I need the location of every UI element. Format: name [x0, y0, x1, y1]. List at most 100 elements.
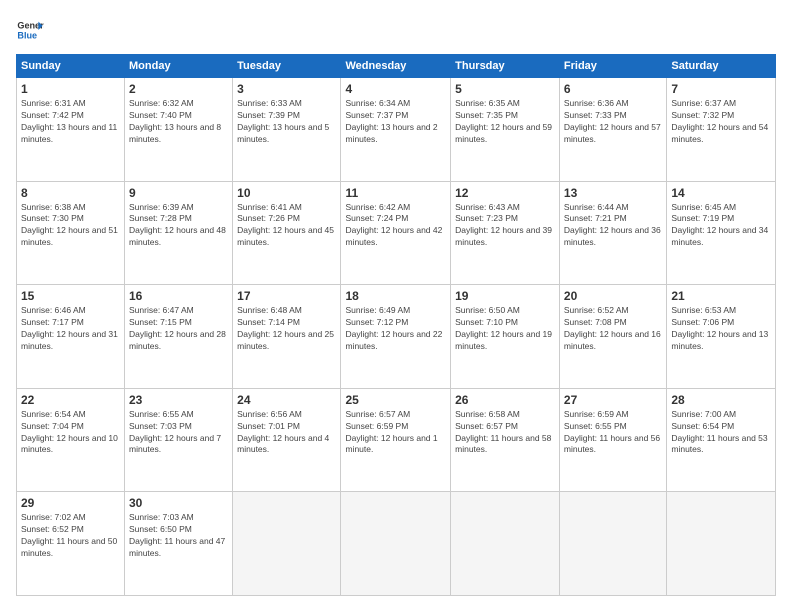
day-number: 10 [237, 186, 336, 200]
day-number: 12 [455, 186, 555, 200]
day-number: 30 [129, 496, 228, 510]
calendar-day-cell [559, 492, 666, 596]
day-content: Sunrise: 6:56 AMSunset: 7:01 PMDaylight:… [237, 409, 336, 457]
day-number: 23 [129, 393, 228, 407]
calendar-day-cell: 5 Sunrise: 6:35 AMSunset: 7:35 PMDayligh… [451, 78, 560, 182]
day-content: Sunrise: 6:33 AMSunset: 7:39 PMDaylight:… [237, 98, 336, 146]
day-content: Sunrise: 6:49 AMSunset: 7:12 PMDaylight:… [345, 305, 446, 353]
calendar-day-cell: 22 Sunrise: 6:54 AMSunset: 7:04 PMDaylig… [17, 388, 125, 492]
day-number: 3 [237, 82, 336, 96]
calendar-week-row: 29 Sunrise: 7:02 AMSunset: 6:52 PMDaylig… [17, 492, 776, 596]
day-content: Sunrise: 6:32 AMSunset: 7:40 PMDaylight:… [129, 98, 228, 146]
calendar-day-cell: 6 Sunrise: 6:36 AMSunset: 7:33 PMDayligh… [559, 78, 666, 182]
day-content: Sunrise: 6:39 AMSunset: 7:28 PMDaylight:… [129, 202, 228, 250]
day-number: 5 [455, 82, 555, 96]
day-content: Sunrise: 6:36 AMSunset: 7:33 PMDaylight:… [564, 98, 662, 146]
calendar-header-wednesday: Wednesday [341, 55, 451, 78]
day-number: 20 [564, 289, 662, 303]
calendar-day-cell: 15 Sunrise: 6:46 AMSunset: 7:17 PMDaylig… [17, 285, 125, 389]
calendar-header-sunday: Sunday [17, 55, 125, 78]
logo: General Blue [16, 16, 44, 44]
calendar-header-tuesday: Tuesday [233, 55, 341, 78]
day-number: 4 [345, 82, 446, 96]
day-number: 19 [455, 289, 555, 303]
day-content: Sunrise: 7:03 AMSunset: 6:50 PMDaylight:… [129, 512, 228, 560]
day-content: Sunrise: 6:53 AMSunset: 7:06 PMDaylight:… [671, 305, 771, 353]
calendar-day-cell: 12 Sunrise: 6:43 AMSunset: 7:23 PMDaylig… [451, 181, 560, 285]
calendar-day-cell [667, 492, 776, 596]
day-number: 2 [129, 82, 228, 96]
calendar-day-cell: 4 Sunrise: 6:34 AMSunset: 7:37 PMDayligh… [341, 78, 451, 182]
calendar-day-cell: 24 Sunrise: 6:56 AMSunset: 7:01 PMDaylig… [233, 388, 341, 492]
calendar-day-cell: 3 Sunrise: 6:33 AMSunset: 7:39 PMDayligh… [233, 78, 341, 182]
day-number: 18 [345, 289, 446, 303]
calendar-day-cell: 10 Sunrise: 6:41 AMSunset: 7:26 PMDaylig… [233, 181, 341, 285]
day-content: Sunrise: 6:45 AMSunset: 7:19 PMDaylight:… [671, 202, 771, 250]
calendar-table: SundayMondayTuesdayWednesdayThursdayFrid… [16, 54, 776, 596]
day-number: 7 [671, 82, 771, 96]
day-content: Sunrise: 6:47 AMSunset: 7:15 PMDaylight:… [129, 305, 228, 353]
day-content: Sunrise: 6:34 AMSunset: 7:37 PMDaylight:… [345, 98, 446, 146]
day-number: 16 [129, 289, 228, 303]
day-number: 27 [564, 393, 662, 407]
calendar-day-cell: 17 Sunrise: 6:48 AMSunset: 7:14 PMDaylig… [233, 285, 341, 389]
calendar-day-cell [451, 492, 560, 596]
calendar-day-cell: 1 Sunrise: 6:31 AMSunset: 7:42 PMDayligh… [17, 78, 125, 182]
calendar-day-cell: 19 Sunrise: 6:50 AMSunset: 7:10 PMDaylig… [451, 285, 560, 389]
day-number: 25 [345, 393, 446, 407]
calendar-day-cell: 20 Sunrise: 6:52 AMSunset: 7:08 PMDaylig… [559, 285, 666, 389]
calendar-day-cell: 28 Sunrise: 7:00 AMSunset: 6:54 PMDaylig… [667, 388, 776, 492]
day-number: 8 [21, 186, 120, 200]
header: General Blue [16, 16, 776, 44]
calendar-week-row: 1 Sunrise: 6:31 AMSunset: 7:42 PMDayligh… [17, 78, 776, 182]
day-number: 1 [21, 82, 120, 96]
day-number: 9 [129, 186, 228, 200]
calendar-day-cell: 29 Sunrise: 7:02 AMSunset: 6:52 PMDaylig… [17, 492, 125, 596]
calendar-day-cell: 26 Sunrise: 6:58 AMSunset: 6:57 PMDaylig… [451, 388, 560, 492]
calendar-day-cell: 23 Sunrise: 6:55 AMSunset: 7:03 PMDaylig… [125, 388, 233, 492]
calendar-header-saturday: Saturday [667, 55, 776, 78]
day-content: Sunrise: 6:43 AMSunset: 7:23 PMDaylight:… [455, 202, 555, 250]
day-content: Sunrise: 6:54 AMSunset: 7:04 PMDaylight:… [21, 409, 120, 457]
day-content: Sunrise: 6:52 AMSunset: 7:08 PMDaylight:… [564, 305, 662, 353]
day-number: 29 [21, 496, 120, 510]
logo-icon: General Blue [16, 16, 44, 44]
calendar-day-cell: 2 Sunrise: 6:32 AMSunset: 7:40 PMDayligh… [125, 78, 233, 182]
calendar-day-cell: 11 Sunrise: 6:42 AMSunset: 7:24 PMDaylig… [341, 181, 451, 285]
day-number: 15 [21, 289, 120, 303]
day-content: Sunrise: 6:55 AMSunset: 7:03 PMDaylight:… [129, 409, 228, 457]
day-number: 26 [455, 393, 555, 407]
calendar-week-row: 15 Sunrise: 6:46 AMSunset: 7:17 PMDaylig… [17, 285, 776, 389]
day-number: 21 [671, 289, 771, 303]
day-content: Sunrise: 6:44 AMSunset: 7:21 PMDaylight:… [564, 202, 662, 250]
day-number: 28 [671, 393, 771, 407]
day-content: Sunrise: 6:37 AMSunset: 7:32 PMDaylight:… [671, 98, 771, 146]
calendar-header-thursday: Thursday [451, 55, 560, 78]
calendar-day-cell [233, 492, 341, 596]
calendar-day-cell: 30 Sunrise: 7:03 AMSunset: 6:50 PMDaylig… [125, 492, 233, 596]
calendar-header-row: SundayMondayTuesdayWednesdayThursdayFrid… [17, 55, 776, 78]
day-content: Sunrise: 6:59 AMSunset: 6:55 PMDaylight:… [564, 409, 662, 457]
day-number: 11 [345, 186, 446, 200]
day-content: Sunrise: 7:02 AMSunset: 6:52 PMDaylight:… [21, 512, 120, 560]
calendar-week-row: 8 Sunrise: 6:38 AMSunset: 7:30 PMDayligh… [17, 181, 776, 285]
calendar-day-cell: 21 Sunrise: 6:53 AMSunset: 7:06 PMDaylig… [667, 285, 776, 389]
day-number: 17 [237, 289, 336, 303]
calendar-week-row: 22 Sunrise: 6:54 AMSunset: 7:04 PMDaylig… [17, 388, 776, 492]
calendar-day-cell: 27 Sunrise: 6:59 AMSunset: 6:55 PMDaylig… [559, 388, 666, 492]
day-number: 14 [671, 186, 771, 200]
calendar-header-monday: Monday [125, 55, 233, 78]
calendar-day-cell: 7 Sunrise: 6:37 AMSunset: 7:32 PMDayligh… [667, 78, 776, 182]
day-number: 24 [237, 393, 336, 407]
calendar-day-cell [341, 492, 451, 596]
day-content: Sunrise: 6:50 AMSunset: 7:10 PMDaylight:… [455, 305, 555, 353]
day-content: Sunrise: 6:58 AMSunset: 6:57 PMDaylight:… [455, 409, 555, 457]
calendar-header-friday: Friday [559, 55, 666, 78]
day-content: Sunrise: 6:46 AMSunset: 7:17 PMDaylight:… [21, 305, 120, 353]
calendar-day-cell: 18 Sunrise: 6:49 AMSunset: 7:12 PMDaylig… [341, 285, 451, 389]
day-content: Sunrise: 6:48 AMSunset: 7:14 PMDaylight:… [237, 305, 336, 353]
calendar-day-cell: 14 Sunrise: 6:45 AMSunset: 7:19 PMDaylig… [667, 181, 776, 285]
day-content: Sunrise: 6:35 AMSunset: 7:35 PMDaylight:… [455, 98, 555, 146]
day-content: Sunrise: 7:00 AMSunset: 6:54 PMDaylight:… [671, 409, 771, 457]
calendar-day-cell: 8 Sunrise: 6:38 AMSunset: 7:30 PMDayligh… [17, 181, 125, 285]
